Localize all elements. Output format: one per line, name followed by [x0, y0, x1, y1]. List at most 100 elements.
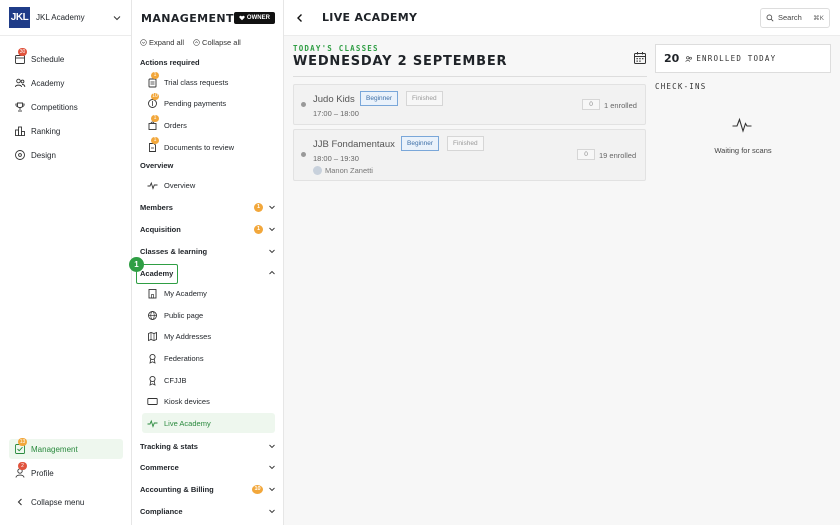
subnav-item-cfjjb[interactable]: CFJJB	[142, 370, 275, 390]
management-badge: 13	[18, 438, 27, 446]
group-classes-learning[interactable]: Classes & learning	[140, 242, 276, 260]
monitor-icon	[147, 396, 158, 407]
clipboard-icon: 1	[147, 71, 159, 88]
group-count-badge: 1	[254, 202, 263, 212]
subnav-item-overview[interactable]: Overview	[142, 175, 275, 195]
documents-badge: 1	[151, 136, 159, 144]
profile-badge: 2	[18, 462, 27, 470]
subnav-item-federations[interactable]: Federations	[142, 348, 275, 368]
checked-in-count: 0	[582, 99, 600, 110]
divider	[293, 76, 647, 77]
subnav-item-my-addresses[interactable]: My Addresses	[142, 326, 275, 346]
actions-required-heading: Actions required	[140, 58, 200, 67]
sidebar-item-ranking[interactable]: Ranking	[9, 121, 123, 141]
sidebar-item-competitions[interactable]: Competitions	[9, 97, 123, 117]
subnav-item-label: Documents to review	[164, 142, 235, 152]
sidebar-item-academy[interactable]: Academy	[9, 73, 123, 93]
level-tag: Beginner	[401, 136, 440, 151]
checklist-icon: 13	[14, 438, 27, 455]
waiting-for-scans: Waiting for scans	[714, 146, 772, 155]
avatar	[313, 166, 322, 175]
subnav-item-documents[interactable]: 1 Documents to review	[142, 136, 275, 157]
expand-all-label: Expand all	[149, 38, 185, 47]
todays-classes-label: TODAY'S CLASSES	[293, 44, 379, 53]
class-card[interactable]: JJB Fondamentaux Beginner Finished 18:00…	[293, 129, 646, 181]
top-bar: LIVE ACADEMY Search ⌘K	[284, 0, 840, 36]
search-button[interactable]: Search ⌘K	[760, 7, 830, 28]
chevron-down-icon	[269, 227, 275, 232]
group-compliance[interactable]: Compliance	[140, 502, 276, 520]
enrolled-today-count: 20	[664, 52, 680, 65]
group-acquisition[interactable]: Acquisition 1	[140, 220, 276, 238]
status-dot	[301, 152, 306, 157]
calendar-icon[interactable]	[633, 51, 647, 65]
pending-payments-badge: 10	[151, 92, 159, 100]
user-icon: 2	[14, 462, 27, 479]
level-tag: Beginner	[360, 91, 399, 106]
subnav-item-kiosk-devices[interactable]: Kiosk devices	[142, 391, 275, 411]
academy-switcher[interactable]: JKL JKL Academy	[0, 0, 131, 36]
chevron-down-icon	[269, 487, 275, 492]
bar-chart-icon	[14, 125, 26, 137]
heart-icon	[239, 15, 245, 21]
group-accounting-billing[interactable]: Accounting & Billing 10	[140, 480, 276, 498]
status-tag: Finished	[406, 91, 443, 106]
primary-sidebar: JKL JKL Academy 30 Schedule Academy Comp…	[0, 0, 132, 525]
enrolled-count: 19 enrolled	[599, 151, 637, 160]
sidebar-item-profile[interactable]: 2 Profile	[9, 462, 123, 483]
class-card[interactable]: Judo Kids Beginner Finished 17:00 – 18:0…	[293, 84, 646, 125]
collapse-menu-button[interactable]: Collapse menu	[9, 492, 123, 512]
group-label: Accounting & Billing	[140, 484, 214, 494]
group-label: Members	[140, 202, 173, 212]
expand-icon	[140, 39, 147, 46]
chevron-up-icon	[269, 270, 275, 275]
group-label: Compliance	[140, 506, 183, 516]
subnav-item-orders[interactable]: 1 Orders	[142, 114, 275, 135]
orders-badge: 1	[151, 114, 159, 122]
calendar-icon: 30	[14, 48, 27, 65]
sidebar-item-schedule[interactable]: 30 Schedule	[9, 48, 123, 69]
collapse-all-button[interactable]: Collapse all	[193, 38, 241, 47]
users-icon	[14, 77, 26, 89]
subnav-item-label: Kiosk devices	[164, 396, 210, 406]
subnav-item-label: My Addresses	[164, 331, 212, 341]
expand-all-button[interactable]: Expand all	[140, 38, 184, 47]
trial-requests-badge: 1	[151, 71, 159, 79]
subnav-item-public-page[interactable]: Public page	[142, 305, 275, 325]
sidebar-item-label: Schedule	[31, 54, 65, 64]
sidebar-item-label: Design	[31, 150, 56, 160]
chevron-down-icon	[269, 205, 275, 210]
group-label: Commerce	[140, 462, 179, 472]
search-label: Search	[778, 13, 802, 22]
group-members[interactable]: Members 1	[140, 198, 276, 216]
chevron-down-icon	[269, 509, 275, 514]
subnav-item-live-academy[interactable]: Live Academy	[142, 413, 275, 433]
expand-collapse-controls: Expand all Collapse all	[140, 38, 241, 47]
back-arrow-icon[interactable]	[294, 12, 306, 24]
class-name: Judo Kids	[313, 94, 355, 105]
owner-badge: OWNER	[233, 12, 275, 24]
chevron-down-icon	[269, 444, 275, 449]
sidebar-item-label: Ranking	[31, 126, 61, 136]
subnav-item-label: Public page	[164, 310, 204, 320]
subnav-item-label: Live Academy	[164, 418, 211, 428]
collapse-all-label: Collapse all	[202, 38, 241, 47]
group-commerce[interactable]: Commerce	[140, 458, 276, 476]
subnav-item-trial-requests[interactable]: 1 Trial class requests	[142, 71, 275, 92]
academy-logo: JKL	[9, 7, 30, 28]
subnav-item-pending-payments[interactable]: 10 Pending payments	[142, 92, 275, 113]
schedule-badge: 30	[18, 48, 27, 56]
sidebar-item-design[interactable]: Design	[9, 145, 123, 165]
subnav-header: MANAGEMENT OWNER	[132, 0, 283, 36]
group-tracking-stats[interactable]: Tracking & stats	[140, 437, 276, 455]
group-count-badge: 10	[252, 484, 263, 494]
enrolled-count: 1 enrolled	[604, 101, 637, 110]
award-icon	[147, 375, 158, 386]
subnav-item-my-academy[interactable]: My Academy	[142, 283, 275, 303]
palette-icon	[14, 149, 26, 161]
subnav-item-label: Pending payments	[164, 98, 227, 108]
globe-icon	[147, 310, 158, 321]
bag-icon: 1	[147, 114, 159, 131]
chevron-left-icon	[14, 496, 26, 508]
sidebar-item-management[interactable]: 13 Management	[9, 438, 123, 459]
